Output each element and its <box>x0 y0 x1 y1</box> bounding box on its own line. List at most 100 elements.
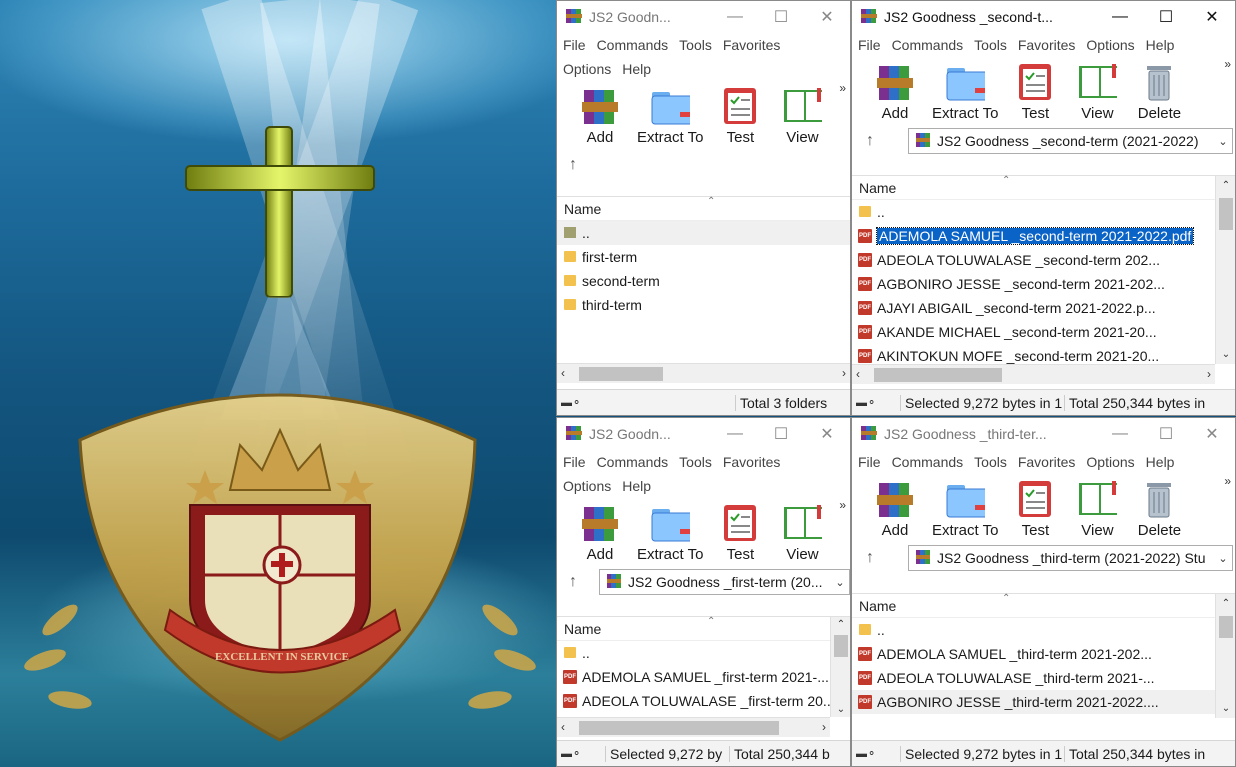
minimize-icon[interactable]: — <box>1097 1 1143 33</box>
scroll-down-icon[interactable]: ⌄ <box>1216 703 1235 714</box>
list-item[interactable]: PDF ADEMOLA SAMUEL _second-term 2021-2022… <box>852 224 1235 248</box>
address-dropdown[interactable]: JS2 Goodness _third-term (2021-2022) Stu… <box>908 545 1233 571</box>
scroll-up-icon[interactable]: ⌃ <box>1216 598 1235 609</box>
scroll-up-icon[interactable]: ⌃ <box>831 619 850 630</box>
scroll-left-icon[interactable]: ‹ <box>561 720 565 734</box>
extract-to-button[interactable]: Extract To <box>637 85 703 146</box>
list-item[interactable]: first-term <box>557 245 850 269</box>
chevron-down-icon[interactable]: ⌄ <box>831 576 849 589</box>
chevron-down-icon[interactable]: ⌄ <box>1214 552 1232 565</box>
list-item[interactable]: .. <box>852 618 1235 642</box>
scroll-thumb[interactable] <box>834 635 848 657</box>
list-item[interactable]: second-term <box>557 269 850 293</box>
menu-favorites[interactable]: Favorites <box>723 33 787 57</box>
menu-options[interactable]: Options <box>1086 33 1140 57</box>
add-button[interactable]: Add <box>870 61 920 122</box>
menu-tools[interactable]: Tools <box>679 450 718 474</box>
list-item[interactable]: .. <box>557 221 850 245</box>
archive-window-second-term[interactable]: JS2 Goodness _second-t... — ☐ ✕ File Com… <box>851 0 1236 416</box>
scroll-thumb[interactable] <box>874 368 1002 382</box>
menu-help[interactable]: Help <box>622 57 657 81</box>
chevron-down-icon[interactable]: ⌄ <box>1214 135 1232 148</box>
menu-options[interactable]: Options <box>563 474 617 498</box>
close-icon[interactable]: ✕ <box>1189 1 1235 33</box>
maximize-icon[interactable]: ☐ <box>758 1 804 33</box>
file-list[interactable]: Name ⌃ .. PDF ADEMOLA SAMUEL _third-term 2… <box>852 593 1235 741</box>
maximize-icon[interactable]: ☐ <box>1143 418 1189 450</box>
vertical-scrollbar[interactable]: ⌃ ⌄ <box>1215 594 1235 718</box>
menu-tools[interactable]: Tools <box>679 33 718 57</box>
test-button[interactable]: Test <box>715 502 765 563</box>
list-item[interactable]: third-term <box>557 293 850 317</box>
up-folder-icon[interactable]: ↑ <box>569 156 593 174</box>
delete-button[interactable]: Delete <box>1134 61 1184 122</box>
scroll-left-icon[interactable]: ‹ <box>561 366 565 380</box>
list-item[interactable]: PDF AGBONIRO JESSE _third-term 2021-2022.… <box>852 690 1235 714</box>
menu-file[interactable]: File <box>858 450 887 474</box>
close-icon[interactable]: ✕ <box>1189 418 1235 450</box>
up-folder-icon[interactable]: ↑ <box>866 549 890 567</box>
toolbar-overflow-icon[interactable]: » <box>839 81 846 95</box>
menu-tools[interactable]: Tools <box>974 33 1013 57</box>
archive-window-root[interactable]: JS2 Goodn... — ☐ ✕ File Commands Tools F… <box>556 0 851 416</box>
list-item[interactable]: PDF ADEOLA TOLUWALASE _first-term 20... <box>557 689 850 713</box>
list-item[interactable]: PDF ADEMOLA SAMUEL _first-term 2021-... <box>557 665 850 689</box>
view-button[interactable]: View <box>777 502 827 563</box>
address-dropdown[interactable]: JS2 Goodness _second-term (2021-2022) ⌄ <box>908 128 1233 154</box>
menu-file[interactable]: File <box>563 450 592 474</box>
horizontal-scrollbar[interactable]: ‹ › <box>557 363 850 383</box>
list-item[interactable]: .. <box>557 641 850 665</box>
menu-commands[interactable]: Commands <box>597 33 675 57</box>
menu-help[interactable]: Help <box>1146 450 1181 474</box>
toolbar-overflow-icon[interactable]: » <box>1224 57 1231 71</box>
list-item[interactable]: PDF ADEOLA TOLUWALASE _second-term 202... <box>852 248 1235 272</box>
menu-options[interactable]: Options <box>563 57 617 81</box>
menu-help[interactable]: Help <box>622 474 657 498</box>
test-button[interactable]: Test <box>1010 478 1060 539</box>
menu-tools[interactable]: Tools <box>974 450 1013 474</box>
add-button[interactable]: Add <box>870 478 920 539</box>
menu-favorites[interactable]: Favorites <box>723 450 787 474</box>
menu-favorites[interactable]: Favorites <box>1018 33 1082 57</box>
test-button[interactable]: Test <box>1010 61 1060 122</box>
file-list[interactable]: Name ⌃ .. first-term second-term third-te… <box>557 196 850 386</box>
test-button[interactable]: Test <box>715 85 765 146</box>
column-header-name[interactable]: Name ⌃ <box>557 616 830 641</box>
menu-file[interactable]: File <box>858 33 887 57</box>
minimize-icon[interactable]: — <box>1097 418 1143 450</box>
list-item[interactable]: PDF AKANDE MICHAEL _second-term 2021-20..… <box>852 320 1235 344</box>
scroll-down-icon[interactable]: ⌄ <box>1216 349 1235 360</box>
view-button[interactable]: View <box>1072 478 1122 539</box>
maximize-icon[interactable]: ☐ <box>1143 1 1189 33</box>
scroll-thumb[interactable] <box>1219 198 1233 230</box>
menu-commands[interactable]: Commands <box>892 33 970 57</box>
scroll-down-icon[interactable]: ⌄ <box>831 704 850 715</box>
file-list[interactable]: Name ⌃ .. PDF ADEMOLA SAMUEL _first-term 2… <box>557 616 850 740</box>
scroll-right-icon[interactable]: › <box>822 720 826 734</box>
scroll-thumb[interactable] <box>579 721 779 735</box>
close-icon[interactable]: ✕ <box>804 418 850 450</box>
archive-window-third-term[interactable]: JS2 Goodness _third-ter... — ☐ ✕ File Co… <box>851 417 1236 767</box>
toolbar-overflow-icon[interactable]: » <box>1224 474 1231 488</box>
menu-commands[interactable]: Commands <box>597 450 675 474</box>
close-icon[interactable]: ✕ <box>804 1 850 33</box>
up-folder-icon[interactable]: ↑ <box>866 132 890 150</box>
title-bar[interactable]: JS2 Goodness _third-ter... — ☐ ✕ <box>852 418 1235 450</box>
list-item[interactable]: .. <box>852 200 1235 224</box>
scroll-thumb[interactable] <box>579 367 663 381</box>
horizontal-scrollbar[interactable]: ‹ › <box>852 364 1215 384</box>
vertical-scrollbar[interactable]: ⌃ ⌄ <box>830 617 850 717</box>
address-dropdown[interactable]: JS2 Goodness _first-term (20... ⌄ <box>599 569 850 595</box>
vertical-scrollbar[interactable]: ⌃ ⌄ <box>1215 176 1235 364</box>
list-item[interactable]: PDF ADEOLA TOLUWALASE _third-term 2021-..… <box>852 666 1235 690</box>
extract-to-button[interactable]: Extract To <box>932 478 998 539</box>
horizontal-scrollbar[interactable]: ‹ › <box>557 717 830 737</box>
list-item[interactable]: PDF AJAYI ABIGAIL _second-term 2021-2022.… <box>852 296 1235 320</box>
file-list[interactable]: Name ⌃ .. PDF ADEMOLA SAMUEL _second-term … <box>852 175 1235 385</box>
minimize-icon[interactable]: — <box>712 418 758 450</box>
column-header-name[interactable]: Name ⌃ <box>557 196 850 221</box>
menu-favorites[interactable]: Favorites <box>1018 450 1082 474</box>
view-button[interactable]: View <box>777 85 827 146</box>
scroll-left-icon[interactable]: ‹ <box>856 367 860 381</box>
up-folder-icon[interactable]: ↑ <box>569 573 593 591</box>
